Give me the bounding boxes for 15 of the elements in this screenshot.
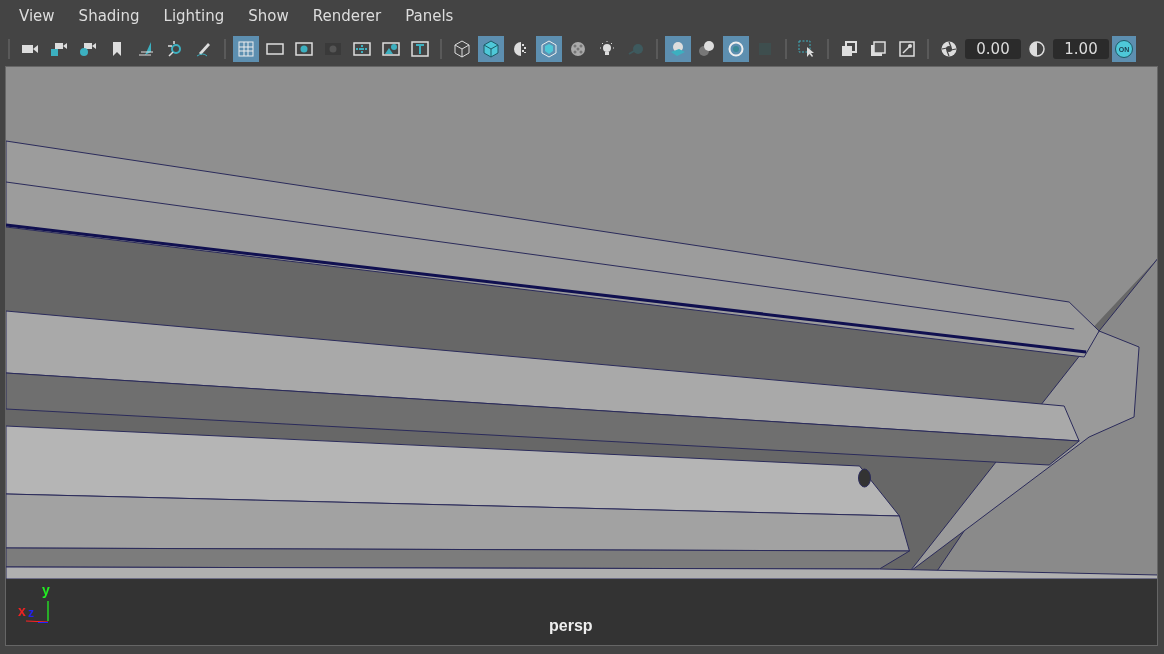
menu-item[interactable]: Show — [236, 7, 301, 25]
menu-item[interactable]: Lighting — [151, 7, 237, 25]
menu-item[interactable]: View — [7, 7, 67, 25]
ring-icon[interactable] — [723, 36, 749, 62]
axis-gizmo-icon — [24, 599, 50, 623]
menu-item[interactable]: Shading — [66, 7, 152, 25]
menu-item[interactable]: Renderer — [300, 7, 394, 25]
cube-icon[interactable] — [478, 36, 504, 62]
camera-name-label: persp — [549, 617, 593, 635]
menu-item[interactable]: Panels — [393, 7, 466, 25]
number-field[interactable]: 1.00 — [1053, 39, 1109, 59]
number-field[interactable]: 0.00 — [965, 39, 1021, 59]
axis-label: y — [42, 583, 50, 597]
axis-label: z — [28, 607, 34, 619]
axis-label: x — [18, 604, 26, 618]
